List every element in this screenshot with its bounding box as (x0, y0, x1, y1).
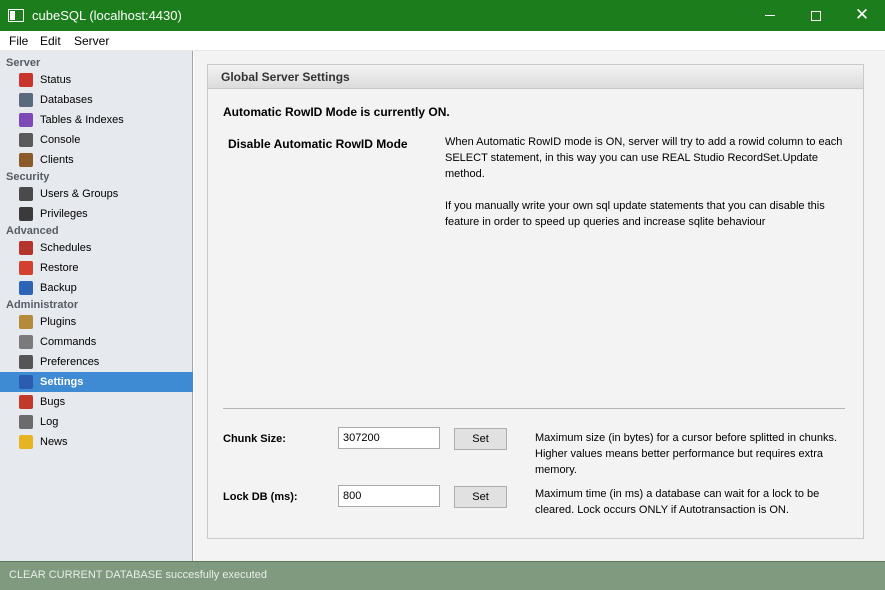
window-title: cubeSQL (localhost:4430) (32, 8, 182, 23)
sidebar-item-plugins[interactable]: Plugins (0, 312, 193, 332)
menu-server[interactable]: Server (74, 34, 109, 48)
disable-rowid-button[interactable]: Disable Automatic RowID Mode (228, 137, 408, 151)
sidebar-item-label: Privileges (40, 208, 88, 220)
sidebar-item-label: Status (40, 74, 72, 86)
lightbulb-icon (19, 435, 33, 449)
sidebar-item-tables-indexes[interactable]: Tables & Indexes (0, 110, 193, 130)
sidebar-item-privileges[interactable]: Privileges (0, 204, 193, 224)
section-heading: Administrator (6, 299, 79, 311)
sidebar-item-label: Bugs (40, 396, 66, 408)
sidebar-item-log[interactable]: Log (0, 412, 193, 432)
bug-icon (19, 395, 33, 409)
section-heading: Security (6, 171, 50, 183)
sidebar-item-clients[interactable]: Clients (0, 150, 193, 170)
sidebar-item-label: Settings (40, 376, 84, 388)
chunk-size-label: Chunk Size: (223, 433, 286, 445)
sidebar-item-label: Databases (40, 94, 93, 106)
sidebar-item-bugs[interactable]: Bugs (0, 392, 193, 412)
panel-title: Global Server Settings (221, 70, 350, 84)
sidebar-item-label: Plugins (40, 316, 77, 328)
sidebar-item-label: News (40, 436, 68, 448)
maximize-button[interactable] (793, 0, 839, 31)
minimize-button[interactable] (747, 0, 793, 31)
app-icon (8, 9, 24, 22)
console-icon (19, 133, 33, 147)
calendar-icon (19, 241, 33, 255)
tools-icon (19, 355, 33, 369)
lock-db-help: Maximum time (in ms) a database can wait… (535, 488, 820, 516)
lock-db-input[interactable] (338, 485, 440, 507)
status-text: CLEAR CURRENT DATABASE succesfully execu… (9, 569, 267, 581)
status-bar: CLEAR CURRENT DATABASE succesfully execu… (0, 561, 885, 590)
rowid-description-1: When Automatic RowID mode is ON, server … (445, 136, 843, 180)
sidebar-item-preferences[interactable]: Preferences (0, 352, 193, 372)
menu-bar: File Edit Server (0, 31, 885, 51)
monitor-icon (19, 375, 33, 389)
chunk-size-set-button[interactable]: Set (454, 428, 507, 450)
settings-panel: Global Server Settings Automatic RowID M… (207, 64, 864, 539)
sidebar-item-label: Console (40, 134, 81, 146)
sidebar-item-label: Clients (40, 154, 74, 166)
users-icon (19, 187, 33, 201)
sidebar-item-label: Schedules (40, 242, 92, 254)
sidebar-item-backup[interactable]: Backup (0, 278, 193, 298)
sidebar-item-label: Preferences (40, 356, 100, 368)
section-heading: Advanced (6, 225, 59, 237)
sidebar-item-label: Restore (40, 262, 79, 274)
sidebar-item-users-groups[interactable]: Users & Groups (0, 184, 193, 204)
plugin-icon (19, 315, 33, 329)
rowid-status-text: Automatic RowID Mode is currently ON. (223, 105, 450, 119)
chart-icon (19, 73, 33, 87)
maximize-icon (811, 10, 821, 21)
log-icon (19, 415, 33, 429)
main-content: Global Server Settings Automatic RowID M… (194, 51, 885, 561)
table-icon (19, 113, 33, 127)
sidebar-item-databases[interactable]: Databases (0, 90, 193, 110)
database-icon (19, 93, 33, 107)
lock-db-label: Lock DB (ms): (223, 491, 298, 503)
close-icon: ✕ (854, 5, 870, 25)
close-button[interactable]: ✕ (839, 0, 885, 31)
sidebar-item-console[interactable]: Console (0, 130, 193, 150)
sidebar-item-status[interactable]: Status (0, 70, 193, 90)
traffic-light-icon (19, 207, 33, 221)
chunk-size-input[interactable] (338, 427, 440, 449)
sidebar-item-news[interactable]: News (0, 432, 193, 452)
sidebar: Server Status Databases Tables & Indexes Con… (0, 51, 193, 561)
menu-file[interactable]: File (9, 34, 28, 48)
rowid-description-2: If you manually write your own sql updat… (445, 200, 825, 228)
sidebar-item-settings[interactable]: Settings (0, 372, 193, 392)
minimize-icon (765, 15, 775, 16)
section-heading: Server (6, 57, 41, 69)
divider (223, 408, 845, 409)
commands-icon (19, 335, 33, 349)
sidebar-item-commands[interactable]: Commands (0, 332, 193, 352)
sidebar-item-restore[interactable]: Restore (0, 258, 193, 278)
umbrella-icon (19, 281, 33, 295)
clients-icon (19, 153, 33, 167)
panel-header: Global Server Settings (208, 65, 863, 89)
title-bar[interactable]: cubeSQL (localhost:4430) ✕ (0, 0, 885, 31)
lifebuoy-icon (19, 261, 33, 275)
sidebar-item-label: Log (40, 416, 59, 428)
sidebar-item-label: Users & Groups (40, 188, 119, 200)
sidebar-item-label: Commands (40, 336, 97, 348)
lock-db-set-button[interactable]: Set (454, 486, 507, 508)
sidebar-item-label: Tables & Indexes (40, 114, 124, 126)
sidebar-item-schedules[interactable]: Schedules (0, 238, 193, 258)
chunk-size-help: Maximum size (in bytes) for a cursor bef… (535, 432, 838, 476)
menu-edit[interactable]: Edit (40, 34, 61, 48)
sidebar-item-label: Backup (40, 282, 77, 294)
